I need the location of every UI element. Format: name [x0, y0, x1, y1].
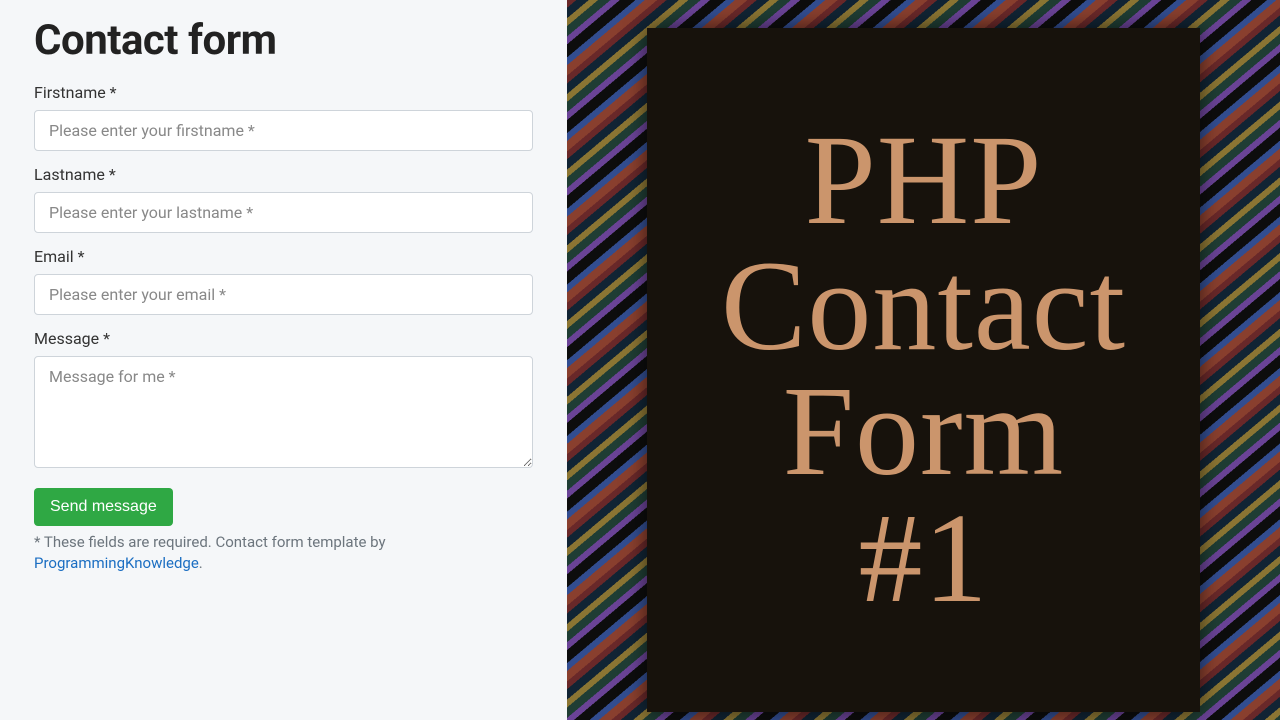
firstname-input[interactable]	[34, 110, 533, 151]
banner-card: PHP Contact Form #1	[647, 28, 1200, 712]
banner-line-2: Contact	[721, 244, 1126, 369]
banner-line-4: #1	[859, 496, 989, 621]
field-message: Message *	[34, 329, 533, 472]
message-label: Message *	[34, 329, 533, 348]
email-label: Email *	[34, 247, 533, 266]
firstname-label: Firstname *	[34, 83, 533, 102]
footer-period: .	[199, 554, 203, 572]
send-message-button[interactable]: Send message	[34, 488, 173, 526]
message-textarea[interactable]	[34, 356, 533, 468]
footer-text: * These fields are required. Contact for…	[34, 533, 386, 551]
lastname-input[interactable]	[34, 192, 533, 233]
banner-line-1: PHP	[805, 118, 1043, 243]
field-firstname: Firstname *	[34, 83, 533, 151]
form-footer: * These fields are required. Contact for…	[34, 532, 533, 574]
banner-line-3: Form	[783, 369, 1064, 494]
banner-panel: PHP Contact Form #1	[567, 0, 1280, 720]
form-title: Contact form	[34, 16, 533, 65]
email-input[interactable]	[34, 274, 533, 315]
field-email: Email *	[34, 247, 533, 315]
field-lastname: Lastname *	[34, 165, 533, 233]
contact-form-panel: Contact form Firstname * Lastname * Emai…	[0, 0, 567, 720]
lastname-label: Lastname *	[34, 165, 533, 184]
footer-link[interactable]: ProgrammingKnowledge	[34, 554, 199, 572]
